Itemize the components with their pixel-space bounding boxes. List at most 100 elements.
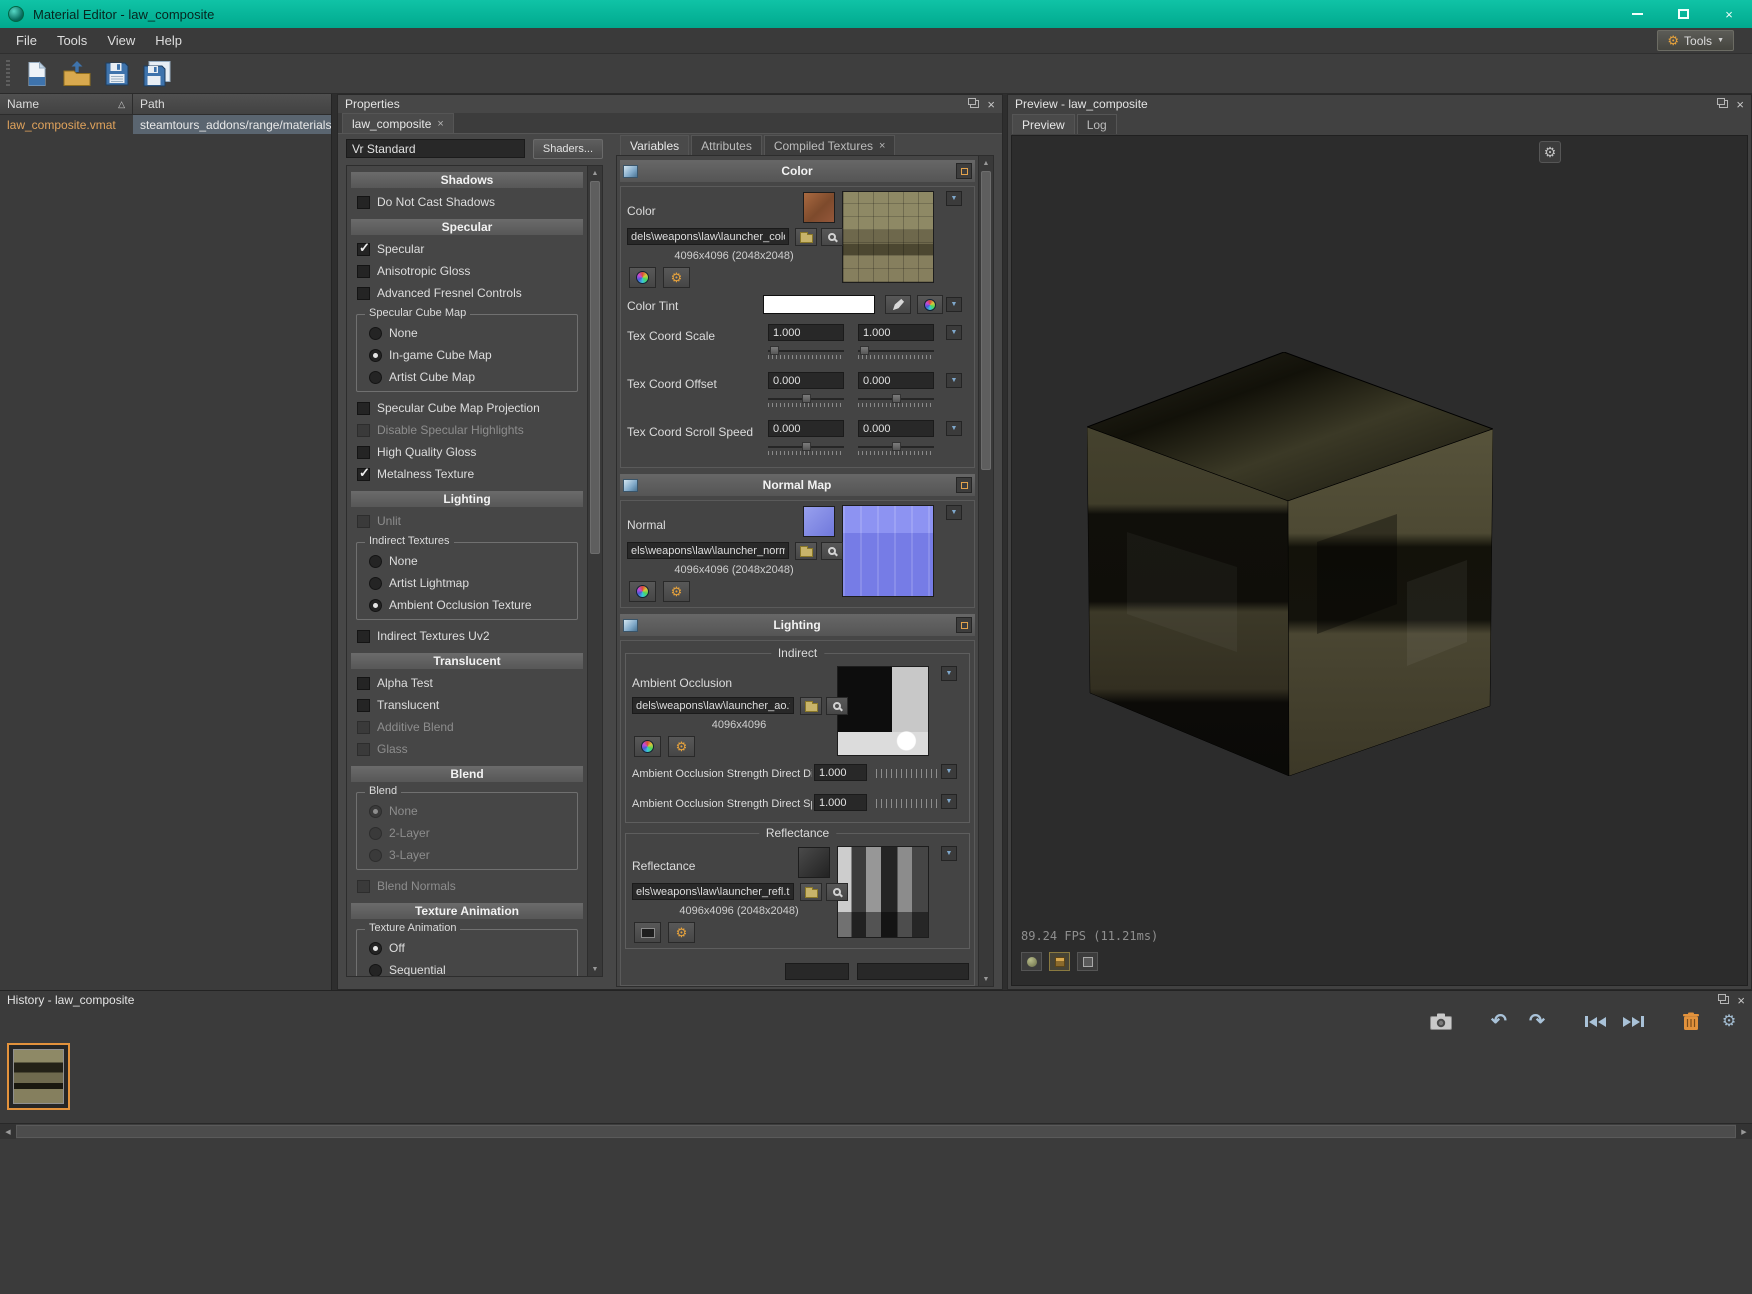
asset-row[interactable]: law_composite.vmat steamtours_addons/ran… <box>0 115 331 134</box>
checkbox-anisotropic-gloss[interactable]: Anisotropic Gloss <box>347 260 587 282</box>
color-path-input[interactable] <box>627 228 789 245</box>
radio-indirect-none[interactable]: None <box>359 550 575 572</box>
collapse-color-button[interactable] <box>956 163 972 179</box>
scrollbar-thumb[interactable] <box>16 1125 1736 1138</box>
history-scrollbar[interactable]: ◀ ▶ <box>0 1123 1752 1139</box>
ao-strength-diffuse-input[interactable] <box>814 764 867 781</box>
scroll-x-slider[interactable] <box>768 442 844 456</box>
offset-y-input[interactable] <box>858 372 934 389</box>
radio-texanim-off[interactable]: Off <box>359 937 575 959</box>
clipped-input[interactable] <box>785 963 849 980</box>
tint-options-dropdown[interactable]: ▼ <box>946 297 962 312</box>
shaders-button[interactable]: Shaders... <box>532 139 603 159</box>
normal-thumbnail-small[interactable] <box>803 506 835 537</box>
tab-compiled-textures[interactable]: Compiled Textures × <box>763 135 896 155</box>
history-settings-button[interactable]: ⚙ <box>1714 1008 1744 1035</box>
preview-viewport[interactable]: ⚙ 89.24 FPS (11.21ms) <box>1011 135 1748 986</box>
slider-handle[interactable] <box>802 442 812 451</box>
reflectance-path-input[interactable] <box>632 883 794 900</box>
ao-specular-dropdown[interactable]: ▼ <box>941 794 957 809</box>
scale-y-input[interactable] <box>858 324 934 341</box>
normal-settings-button[interactable]: ⚙ <box>663 581 690 602</box>
section-header-normal-map[interactable]: Normal Map <box>620 474 975 496</box>
reflectance-settings-button[interactable]: ⚙ <box>668 922 695 943</box>
close-button[interactable]: × <box>1706 0 1752 28</box>
browse-texture-button[interactable] <box>800 697 822 715</box>
screenshot-button[interactable] <box>1426 1008 1456 1035</box>
go-last-button[interactable] <box>1618 1008 1648 1035</box>
browse-texture-button[interactable] <box>795 542 817 560</box>
scroll-options-dropdown[interactable]: ▼ <box>946 421 962 436</box>
tools-dropdown-button[interactable]: ⚙ Tools ▼ <box>1657 30 1734 51</box>
scroll-up-icon[interactable]: ▲ <box>979 156 993 170</box>
slider-handle[interactable] <box>892 442 902 451</box>
checkbox-high-quality-gloss[interactable]: High Quality Gloss <box>347 441 587 463</box>
color-options-dropdown[interactable]: ▼ <box>946 191 962 206</box>
inspect-texture-button[interactable] <box>826 883 848 901</box>
minimize-button[interactable] <box>1614 0 1660 28</box>
variables-scrollbar[interactable]: ▲ ▼ <box>978 156 993 986</box>
checkbox-do-not-cast-shadows[interactable]: Do Not Cast Shadows <box>347 191 587 213</box>
shader-name-input[interactable] <box>346 139 525 158</box>
color-settings-button[interactable]: ⚙ <box>663 267 690 288</box>
clipped-input[interactable] <box>857 963 969 980</box>
scale-y-slider[interactable] <box>858 346 934 360</box>
checkbox-cube-map-projection[interactable]: Specular Cube Map Projection <box>347 397 587 419</box>
scale-x-input[interactable] <box>768 324 844 341</box>
slider-handle[interactable] <box>860 346 870 355</box>
scroll-down-icon[interactable]: ▼ <box>979 972 993 986</box>
tab-variables[interactable]: Variables <box>620 135 690 155</box>
toolbar-grip[interactable] <box>6 59 10 88</box>
radio-cubemap-none[interactable]: None <box>359 322 575 344</box>
section-header-color[interactable]: Color <box>620 160 975 182</box>
normal-options-dropdown[interactable]: ▼ <box>946 505 962 520</box>
menu-tools[interactable]: Tools <box>47 29 97 52</box>
color-wheel-button[interactable] <box>629 581 656 602</box>
scroll-left-icon[interactable]: ◀ <box>0 1124 16 1139</box>
slider-handle[interactable] <box>802 394 812 403</box>
menu-view[interactable]: View <box>97 29 145 52</box>
browse-texture-button[interactable] <box>800 883 822 901</box>
save-button[interactable] <box>100 58 134 90</box>
checkbox-advanced-fresnel-controls[interactable]: Advanced Fresnel Controls <box>347 282 587 304</box>
radio-ambient-occlusion-texture[interactable]: Ambient Occlusion Texture <box>359 594 575 616</box>
options-scrollbar[interactable]: ▲ ▼ <box>587 166 602 976</box>
checkbox-indirect-textures-uv2[interactable]: Indirect Textures Uv2 <box>347 625 587 647</box>
ao-diffuse-dropdown[interactable]: ▼ <box>941 764 957 779</box>
color-thumbnail-small[interactable] <box>803 192 835 223</box>
scroll-right-icon[interactable]: ▶ <box>1736 1124 1752 1139</box>
scale-x-slider[interactable] <box>768 346 844 360</box>
slider-ticks[interactable] <box>876 769 940 778</box>
go-first-button[interactable] <box>1580 1008 1610 1035</box>
checkbox-translucent[interactable]: Translucent <box>347 694 587 716</box>
preview-panel-header[interactable]: Preview - law_composite × <box>1008 95 1751 113</box>
normal-path-input[interactable] <box>627 542 789 559</box>
checkbox-metalness-texture[interactable]: Metalness Texture <box>347 463 587 485</box>
checkbox-alpha-test[interactable]: Alpha Test <box>347 672 587 694</box>
float-panel-icon[interactable] <box>968 98 980 108</box>
menu-help[interactable]: Help <box>145 29 192 52</box>
color-wheel-button[interactable] <box>634 736 661 757</box>
section-header-lighting-vars[interactable]: Lighting <box>620 614 975 636</box>
column-header-path[interactable]: Path <box>133 94 331 114</box>
redo-button[interactable]: ↷ <box>1522 1008 1552 1035</box>
tab-preview[interactable]: Preview <box>1012 114 1075 134</box>
scrollbar-thumb[interactable] <box>590 181 600 554</box>
tab-close-icon[interactable]: × <box>437 118 443 130</box>
inspect-texture-button[interactable] <box>821 228 843 246</box>
scrollbar-track[interactable] <box>16 1124 1736 1139</box>
properties-panel-header[interactable]: Properties × <box>338 95 1002 113</box>
slider-handle[interactable] <box>770 346 780 355</box>
scale-options-dropdown[interactable]: ▼ <box>946 325 962 340</box>
checkbox-specular[interactable]: Specular <box>347 238 587 260</box>
reflectance-thumbnail-large[interactable] <box>837 846 929 938</box>
color-thumbnail-large[interactable] <box>842 191 934 283</box>
scroll-x-input[interactable] <box>768 420 844 437</box>
save-all-button[interactable] <box>140 58 174 90</box>
menu-file[interactable]: File <box>6 29 47 52</box>
color-wheel-button[interactable] <box>629 267 656 288</box>
cube-preview-button[interactable] <box>1049 952 1070 971</box>
browse-texture-button[interactable] <box>795 228 817 246</box>
close-panel-icon[interactable]: × <box>987 98 995 111</box>
sphere-preview-button[interactable] <box>1021 952 1042 971</box>
